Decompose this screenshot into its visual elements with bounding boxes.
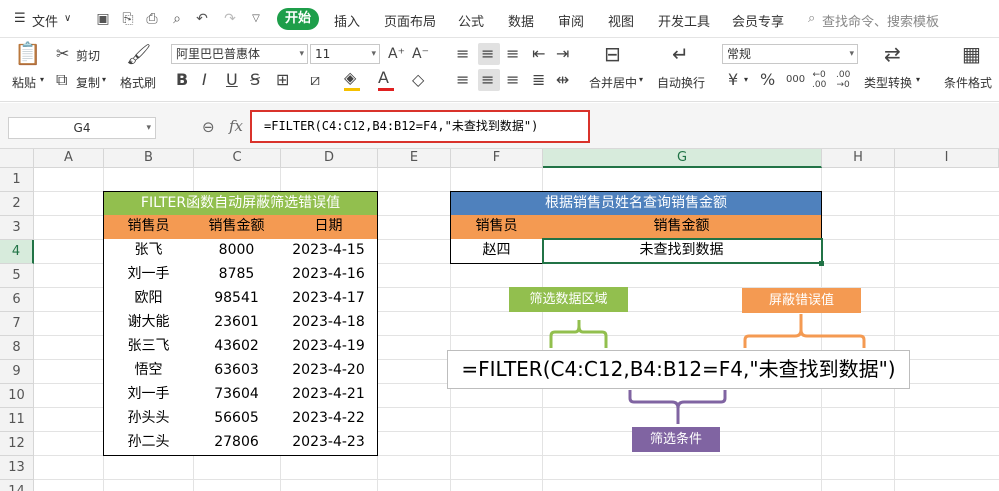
filter-range-bracket (549, 320, 608, 348)
filter-condition-callout: 筛选条件 (632, 427, 720, 452)
annotation-brackets (549, 314, 866, 424)
filter-range-callout: 筛选数据区域 (509, 287, 628, 312)
mask-error-bracket (743, 314, 866, 348)
annotated-formula: =FILTER(C4:C12,B4:B12=F4,"未查找到数据") (447, 350, 910, 389)
mask-error-callout: 屏蔽错误值 (742, 288, 861, 313)
filter-condition-bracket (628, 390, 727, 424)
